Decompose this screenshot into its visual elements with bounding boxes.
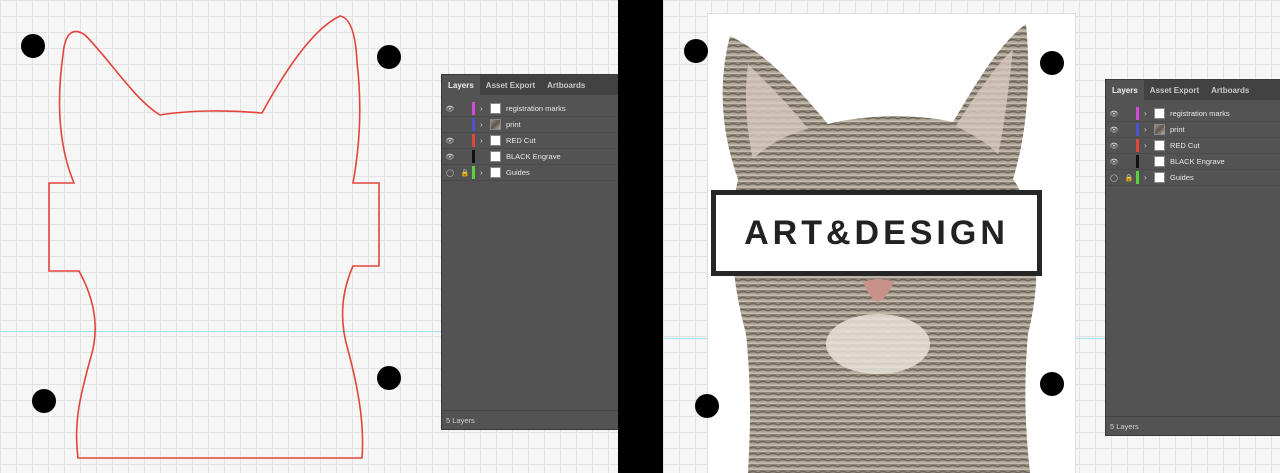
- layer-color-swatch: [472, 166, 475, 179]
- layer-row-guides[interactable]: ◯ 🔒 › Guides: [1106, 170, 1280, 186]
- layer-row-print[interactable]: › print: [442, 117, 618, 133]
- registration-mark: [377, 366, 401, 390]
- layer-color-swatch: [1136, 139, 1139, 152]
- registration-mark: [684, 39, 708, 63]
- layer-name[interactable]: BLACK Engrave: [506, 152, 561, 161]
- lock-icon[interactable]: 🔒: [458, 169, 472, 177]
- layer-color-swatch: [1136, 107, 1139, 120]
- canvas-cut-view[interactable]: Layers Asset Export Artboards 👁 › regist…: [0, 0, 618, 473]
- layer-name[interactable]: print: [1170, 125, 1185, 134]
- layer-row-black-engrave[interactable]: 👁 BLACK Engrave: [1106, 154, 1280, 170]
- eye-icon[interactable]: 👁: [442, 137, 458, 145]
- layer-row-registration-marks[interactable]: 👁 › registration marks: [1106, 106, 1280, 122]
- layer-thumbnail: [1154, 140, 1165, 151]
- layer-name[interactable]: BLACK Engrave: [1170, 157, 1225, 166]
- chevron-right-icon[interactable]: ›: [480, 136, 490, 145]
- layer-row-black-engrave[interactable]: 👁 BLACK Engrave: [442, 149, 618, 165]
- chevron-right-icon[interactable]: ›: [480, 168, 490, 177]
- eye-icon[interactable]: 👁: [442, 153, 458, 161]
- layer-name[interactable]: Guides: [506, 168, 530, 177]
- canvas-print-view[interactable]: ART&DESIGN Layers Asset Export Artboards…: [663, 0, 1280, 473]
- layer-row-red-cut[interactable]: 👁 › RED Cut: [442, 133, 618, 149]
- chevron-right-icon[interactable]: ›: [480, 104, 490, 113]
- tab-layers[interactable]: Layers: [1106, 80, 1144, 100]
- panel-tabs: Layers Asset Export Artboards: [442, 75, 618, 95]
- layer-color-swatch: [472, 134, 475, 147]
- tab-asset-export[interactable]: Asset Export: [1144, 80, 1205, 100]
- artboard: ART&DESIGN: [708, 14, 1075, 473]
- chevron-right-icon[interactable]: ›: [1144, 125, 1154, 134]
- eye-icon[interactable]: 👁: [1106, 126, 1122, 134]
- layer-color-swatch: [1136, 155, 1139, 168]
- chevron-right-icon[interactable]: ›: [1144, 141, 1154, 150]
- tab-layers[interactable]: Layers: [442, 75, 480, 95]
- layer-row-guides[interactable]: ◯ 🔒 › Guides: [442, 165, 618, 181]
- layer-row-red-cut[interactable]: 👁 › RED Cut: [1106, 138, 1280, 154]
- layer-name[interactable]: Guides: [1170, 173, 1194, 182]
- layers-panel[interactable]: Layers Asset Export Artboards 👁 › regist…: [441, 74, 618, 430]
- layer-name[interactable]: registration marks: [1170, 109, 1230, 118]
- chevron-right-icon[interactable]: ›: [480, 120, 490, 129]
- layers-panel[interactable]: Layers Asset Export Artboards 👁 › regist…: [1105, 79, 1280, 436]
- layer-color-swatch: [472, 102, 475, 115]
- eye-icon[interactable]: 👁: [1106, 142, 1122, 150]
- registration-mark: [32, 389, 56, 413]
- registration-mark: [695, 394, 719, 418]
- layer-row-print[interactable]: 👁 › print: [1106, 122, 1280, 138]
- layer-thumbnail: [1154, 108, 1165, 119]
- layer-color-swatch: [472, 150, 475, 163]
- registration-mark: [21, 34, 45, 58]
- layer-count: 5 Layers: [1106, 416, 1280, 435]
- chevron-right-icon[interactable]: ›: [1144, 173, 1154, 182]
- layer-name[interactable]: RED Cut: [1170, 141, 1200, 150]
- eye-icon[interactable]: 👁: [1106, 110, 1122, 118]
- layer-thumbnail: [1154, 172, 1165, 183]
- template-eye-icon[interactable]: ◯: [442, 169, 458, 177]
- lock-icon[interactable]: 🔒: [1122, 174, 1136, 182]
- eye-icon[interactable]: 👁: [1106, 158, 1122, 166]
- layer-name[interactable]: RED Cut: [506, 136, 536, 145]
- layer-thumbnail: [490, 135, 501, 146]
- layer-thumbnail-image: [1154, 124, 1165, 135]
- layer-color-swatch: [1136, 123, 1139, 136]
- eye-icon[interactable]: 👁: [442, 105, 458, 113]
- layer-thumbnail: [1154, 156, 1165, 167]
- template-eye-icon[interactable]: ◯: [1106, 174, 1122, 182]
- chevron-right-icon[interactable]: ›: [1144, 109, 1154, 118]
- panel-tabs: Layers Asset Export Artboards: [1106, 80, 1280, 100]
- layer-thumbnail: [490, 103, 501, 114]
- banner-text: ART&DESIGN: [744, 213, 1009, 252]
- art-design-banner: ART&DESIGN: [711, 190, 1042, 276]
- red-cut-path: [48, 15, 380, 459]
- tab-artboards[interactable]: Artboards: [541, 75, 591, 95]
- layer-color-swatch: [472, 118, 475, 131]
- layer-thumbnail: [490, 151, 501, 162]
- cat-muzzle: [826, 314, 930, 374]
- layer-name[interactable]: print: [506, 120, 521, 129]
- layer-thumbnail: [490, 167, 501, 178]
- layer-row-registration-marks[interactable]: 👁 › registration marks: [442, 101, 618, 117]
- layer-thumbnail-image: [490, 119, 501, 130]
- registration-mark: [1040, 51, 1064, 75]
- registration-mark: [377, 45, 401, 69]
- layer-name[interactable]: registration marks: [506, 104, 566, 113]
- layer-count: 5 Layers: [442, 410, 618, 429]
- registration-mark: [1040, 372, 1064, 396]
- tab-asset-export[interactable]: Asset Export: [480, 75, 541, 95]
- tab-artboards[interactable]: Artboards: [1205, 80, 1255, 100]
- layer-color-swatch: [1136, 171, 1139, 184]
- cut-outline: [48, 15, 380, 459]
